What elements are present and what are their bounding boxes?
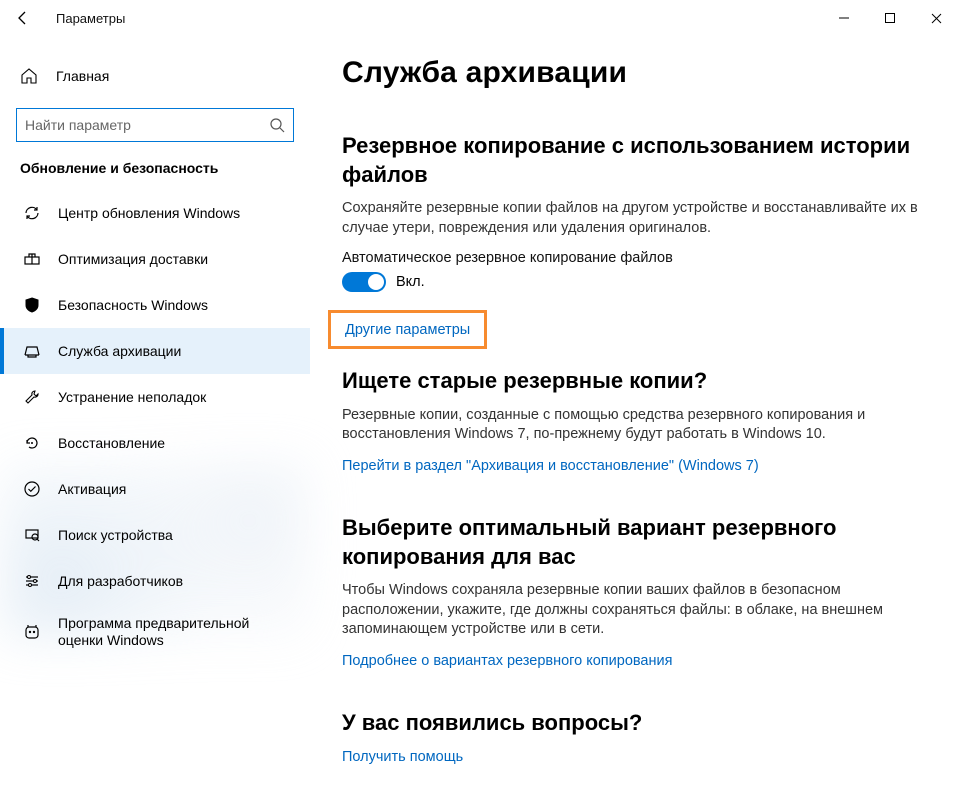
autobackup-toggle[interactable] <box>342 272 386 292</box>
sidebar-item-label: Служба архивации <box>58 343 181 360</box>
sidebar-item-security[interactable]: Безопасность Windows <box>0 282 310 328</box>
more-options-link[interactable]: Другие параметры <box>345 322 470 338</box>
autobackup-state: Вкл. <box>396 274 425 290</box>
sidebar-item-label: Программа предварительной оценки Windows <box>58 615 288 649</box>
sidebar-item-recovery[interactable]: Восстановление <box>0 420 310 466</box>
maximize-button[interactable] <box>867 2 913 34</box>
sidebar-item-delivery[interactable]: Оптимизация доставки <box>0 236 310 282</box>
sidebar-item-find-device[interactable]: Поиск устройства <box>0 512 310 558</box>
sidebar-item-developers[interactable]: Для разработчиков <box>0 558 310 604</box>
recovery-icon <box>20 434 44 452</box>
close-button[interactable] <box>913 2 959 34</box>
delivery-icon <box>20 250 44 268</box>
search-icon <box>269 117 285 133</box>
main-content: Служба архивации Резервное копирование с… <box>310 36 967 795</box>
section-help-heading: У вас появились вопросы? <box>342 709 943 738</box>
section-old-backups-heading: Ищете старые резервные копии? <box>342 367 943 396</box>
learn-backup-link[interactable]: Подробнее о вариантах резервного копиров… <box>342 653 672 669</box>
sidebar-item-label: Для разработчиков <box>58 573 183 590</box>
home-icon <box>20 67 44 85</box>
minimize-button[interactable] <box>821 2 867 34</box>
sidebar-item-activation[interactable]: Активация <box>0 466 310 512</box>
sidebar-item-update[interactable]: Центр обновления Windows <box>0 190 310 236</box>
wrench-icon <box>20 388 44 406</box>
check-icon <box>20 480 44 498</box>
section-choose-backup-desc: Чтобы Windows сохраняла резервные копии … <box>342 581 943 640</box>
sidebar-item-label: Поиск устройства <box>58 527 173 544</box>
sidebar-item-troubleshoot[interactable]: Устранение неполадок <box>0 374 310 420</box>
section-file-history-heading: Резервное копирование с использованием и… <box>342 132 943 189</box>
sidebar-item-insider[interactable]: Программа предварительной оценки Windows <box>0 604 310 660</box>
insider-icon <box>20 623 44 641</box>
more-options-highlight: Другие параметры <box>328 310 487 349</box>
sliders-icon <box>20 572 44 590</box>
sidebar-home[interactable]: Главная <box>0 56 310 96</box>
titlebar: Параметры <box>0 0 967 36</box>
sidebar: Главная Обновление и безопасность Центр … <box>0 36 310 795</box>
section-choose-backup-heading: Выберите оптимальный вариант резервного … <box>342 514 943 571</box>
sync-icon <box>20 204 44 222</box>
back-button[interactable] <box>8 3 38 33</box>
sidebar-category: Обновление и безопасность <box>0 160 310 190</box>
sidebar-item-label: Восстановление <box>58 435 165 452</box>
locate-icon <box>20 526 44 544</box>
sidebar-home-label: Главная <box>56 68 109 84</box>
sidebar-item-label: Активация <box>58 481 126 498</box>
search-input[interactable] <box>25 117 269 133</box>
search-box[interactable] <box>16 108 294 142</box>
window-title: Параметры <box>56 11 125 26</box>
sidebar-item-label: Центр обновления Windows <box>58 205 240 222</box>
section-old-backups-desc: Резервные копии, созданные с помощью сре… <box>342 406 943 445</box>
autobackup-label: Автоматическое резервное копирование фай… <box>342 250 943 266</box>
sidebar-item-label: Устранение неполадок <box>58 389 206 406</box>
backup-icon <box>20 342 44 360</box>
sidebar-item-backup[interactable]: Служба архивации <box>0 328 310 374</box>
get-help-link[interactable]: Получить помощь <box>342 749 463 765</box>
section-file-history-desc: Сохраняйте резервные копии файлов на дру… <box>342 199 943 238</box>
sidebar-item-label: Безопасность Windows <box>58 297 208 314</box>
go-backup-restore-link[interactable]: Перейти в раздел "Архивация и восстановл… <box>342 458 759 474</box>
sidebar-item-label: Оптимизация доставки <box>58 251 208 268</box>
shield-icon <box>20 296 44 314</box>
page-title: Служба архивации <box>342 56 943 90</box>
